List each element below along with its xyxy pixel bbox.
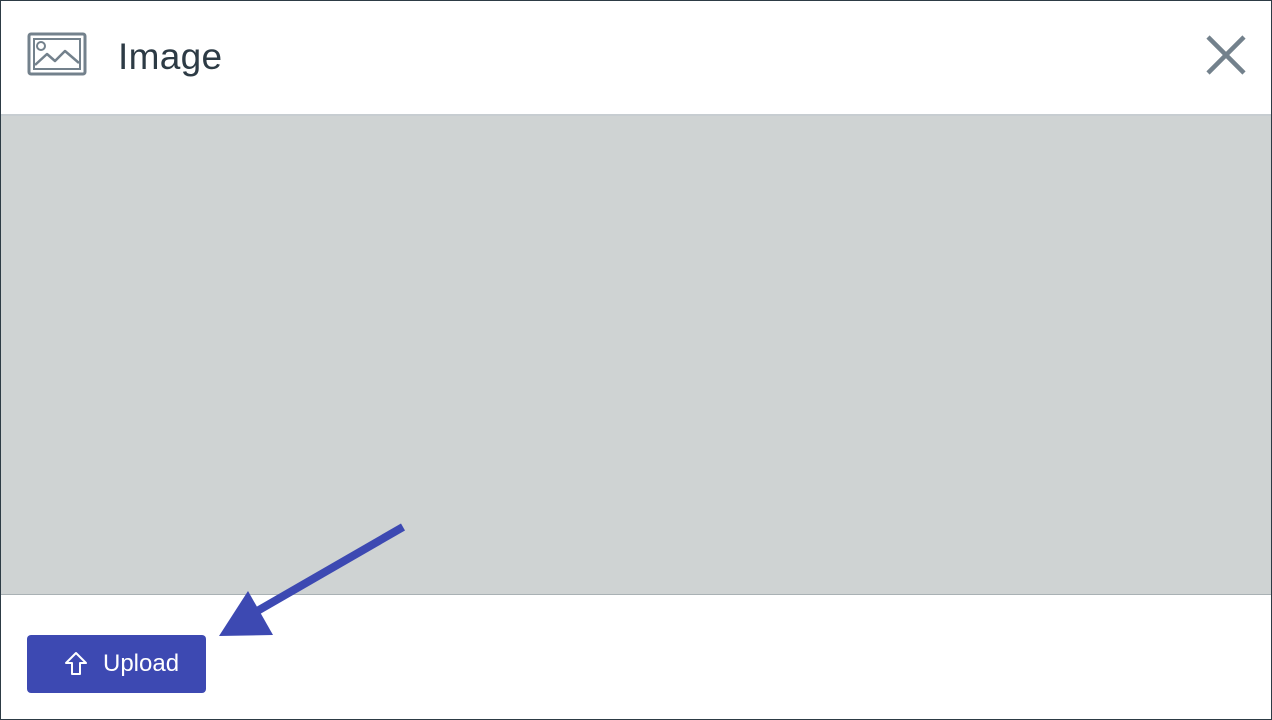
dialog-footer: Upload bbox=[1, 595, 1271, 719]
image-preview-area bbox=[1, 116, 1271, 595]
close-icon bbox=[1206, 35, 1246, 75]
upload-arrow-icon bbox=[63, 650, 89, 678]
upload-button-label: Upload bbox=[103, 650, 180, 677]
close-button[interactable] bbox=[1203, 32, 1249, 78]
image-dialog: Image Upload bbox=[0, 0, 1272, 720]
dialog-title: Image bbox=[118, 36, 223, 77]
dialog-header: Image bbox=[1, 1, 1271, 116]
image-icon bbox=[27, 32, 87, 76]
upload-button[interactable]: Upload bbox=[27, 635, 206, 693]
